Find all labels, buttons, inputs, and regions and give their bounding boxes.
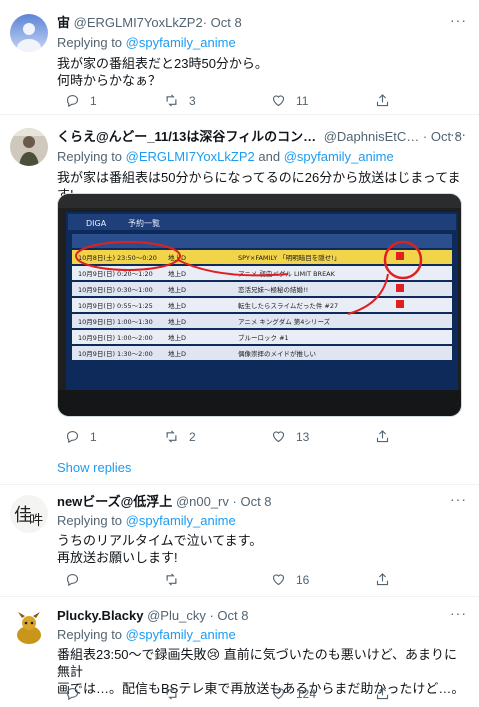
attached-photo[interactable]: DIGA 予約一覧 10月8日(土) 23:50～0:20 地上D SPY×FA… — [57, 193, 462, 417]
retweet-icon — [166, 573, 177, 586]
heart-icon — [272, 574, 285, 586]
svg-text:10月9日(日) 1:30～2:00: 10月9日(日) 1:30～2:00 — [78, 350, 153, 358]
timestamp[interactable]: Oct 8 — [217, 608, 248, 623]
svg-text:アニメ キングダム 第4シリーズ: アニメ キングダム 第4シリーズ — [238, 317, 331, 326]
replying-to: Replying to @spyfamily_anime — [57, 627, 236, 642]
tweet-header: 宙 @ERGLMI7YoxLkZP2· Oct 8 — [57, 15, 242, 30]
tweet-header: くらえ@んどー_11/13は深谷フィルのコン… @DaphnisEtC… · O… — [57, 129, 462, 144]
reply-button[interactable]: 1 — [65, 93, 97, 108]
svg-text:地上D: 地上D — [168, 269, 186, 278]
heart-icon — [272, 95, 285, 107]
reply-icon — [66, 94, 79, 108]
svg-text:10月9日(日) 1:00～1:30: 10月9日(日) 1:00～1:30 — [78, 318, 153, 326]
share-icon — [376, 94, 389, 107]
more-options-icon[interactable]: ··· — [450, 126, 467, 142]
svg-text:SPY×FAMILY 「明明暗目を隠せ!」: SPY×FAMILY 「明明暗目を隠せ!」 — [238, 253, 340, 262]
timestamp[interactable]: Oct 8 — [240, 494, 271, 509]
display-name[interactable]: くらえ@んどー_11/13は深谷フィルのコン… — [57, 129, 316, 144]
svg-text:転生したらスライムだった件 #27: 転生したらスライムだった件 #27 — [238, 301, 338, 310]
tweet-actions: 16 — [57, 572, 447, 588]
retweet-icon — [166, 430, 177, 443]
retweet-button[interactable]: 3 — [164, 93, 196, 108]
replying-to: Replying to @ERGLMI7YoxLkZP2 and @spyfam… — [57, 149, 394, 164]
more-options-icon[interactable]: ··· — [450, 605, 467, 621]
tweet-header: Plucky.Blacky @Plu_cky · Oct 8 — [57, 608, 249, 623]
tweet-actions: 124 — [57, 686, 447, 702]
share-icon — [376, 430, 389, 443]
heart-icon — [272, 688, 285, 700]
mention-link[interactable]: @ERGLMI7YoxLkZP2 — [126, 149, 255, 164]
reply-button[interactable]: 1 — [65, 429, 97, 444]
handle[interactable]: @ERGLMI7YoxLkZP2 — [74, 15, 203, 30]
reply-button[interactable] — [65, 686, 80, 701]
tweet-4[interactable]: Plucky.Blacky @Plu_cky · Oct 8 ··· Reply… — [0, 597, 479, 707]
svg-text:10月8日(土) 23:50～0:20: 10月8日(土) 23:50～0:20 — [78, 253, 157, 262]
svg-text:10月9日(日) 0:20～1:20: 10月9日(日) 0:20～1:20 — [78, 270, 153, 278]
share-icon — [376, 687, 389, 700]
like-button[interactable]: 124 — [271, 686, 316, 701]
svg-text:地上D: 地上D — [168, 301, 186, 310]
more-options-icon[interactable]: ··· — [450, 491, 467, 507]
share-button[interactable] — [375, 429, 390, 444]
svg-text:恋活兄妹～極秘の結婚!!: 恋活兄妹～極秘の結婚!! — [238, 285, 308, 294]
svg-text:DIGA: DIGA — [86, 219, 107, 228]
like-button[interactable]: 13 — [271, 429, 309, 444]
share-button[interactable] — [375, 93, 390, 108]
retweet-icon — [166, 687, 177, 700]
heart-icon — [272, 431, 285, 443]
tweet-text: うちのリアルタイムで泣いてます。 再放送お願いします! — [57, 533, 263, 565]
reply-icon — [66, 430, 79, 444]
svg-text:吽: 吽 — [29, 513, 43, 529]
tweet-text: 我が家の番組表だと23時50分から。 何時からかなぁ？ — [57, 56, 268, 88]
svg-text:10月9日(日) 0:30～1:00: 10月9日(日) 0:30～1:00 — [78, 286, 153, 294]
tweet-header: newビーズ@低浮上 @n00_rv · Oct 8 — [57, 494, 272, 509]
retweet-button[interactable] — [164, 686, 179, 701]
replying-to: Replying to @spyfamily_anime — [57, 513, 236, 528]
handle[interactable]: @Plu_cky — [147, 608, 206, 623]
reply-icon — [66, 573, 79, 587]
tweet-1[interactable]: 宙 @ERGLMI7YoxLkZP2· Oct 8 ··· Replying t… — [0, 0, 479, 115]
svg-text:地上D: 地上D — [168, 349, 186, 358]
svg-text:10月9日(日) 1:00～2:00: 10月9日(日) 1:00～2:00 — [78, 334, 153, 342]
show-replies-link[interactable]: Show replies — [57, 460, 131, 475]
more-options-icon[interactable]: ··· — [450, 12, 467, 28]
timestamp[interactable]: Oct 8 — [211, 15, 242, 30]
svg-text:地上D: 地上D — [168, 317, 186, 326]
avatar[interactable]: 佳 吽 — [10, 495, 48, 533]
screen-title: 予約一覧 — [128, 218, 160, 228]
replying-to: Replying to @spyfamily_anime — [57, 35, 236, 50]
display-name[interactable]: Plucky.Blacky — [57, 608, 143, 623]
avatar[interactable] — [10, 128, 48, 166]
handle[interactable]: @n00_rv — [176, 494, 229, 509]
like-button[interactable]: 16 — [271, 572, 309, 587]
share-button[interactable] — [375, 686, 390, 701]
display-name[interactable]: newビーズ@低浮上 — [57, 494, 172, 509]
display-name[interactable]: 宙 — [57, 15, 70, 30]
tv-screen-photo: DIGA 予約一覧 10月8日(土) 23:50～0:20 地上D SPY×FA… — [58, 194, 461, 416]
reply-icon — [66, 687, 79, 701]
mention-link[interactable]: @spyfamily_anime — [126, 627, 236, 642]
svg-text:地上D: 地上D — [168, 333, 186, 342]
svg-text:偶像崇拝のメイドが推しい: 偶像崇拝のメイドが推しい — [238, 349, 316, 358]
retweet-icon — [166, 94, 177, 107]
retweet-button[interactable]: 2 — [164, 429, 196, 444]
tweet-actions: 1 3 11 — [57, 93, 447, 109]
tweet-3[interactable]: 佳 吽 newビーズ@低浮上 @n00_rv · Oct 8 ··· Reply… — [0, 485, 479, 597]
like-button[interactable]: 11 — [271, 93, 308, 108]
avatar[interactable] — [10, 609, 48, 647]
avatar[interactable] — [10, 14, 48, 52]
svg-text:地上D: 地上D — [168, 285, 186, 294]
svg-text:10月9日(日) 0:55～1:25: 10月9日(日) 0:55～1:25 — [78, 302, 153, 310]
svg-text:ブルーロック #1: ブルーロック #1 — [238, 333, 289, 342]
share-icon — [376, 573, 389, 586]
reply-button[interactable] — [65, 572, 80, 587]
mention-link[interactable]: @spyfamily_anime — [126, 35, 236, 50]
mention-link[interactable]: @spyfamily_anime — [126, 513, 236, 528]
retweet-button[interactable] — [164, 572, 179, 587]
share-button[interactable] — [375, 572, 390, 587]
mention-link[interactable]: @spyfamily_anime — [284, 149, 394, 164]
tweet-actions: 1 2 13 — [57, 429, 447, 445]
handle[interactable]: @DaphnisEtC… — [324, 129, 420, 144]
